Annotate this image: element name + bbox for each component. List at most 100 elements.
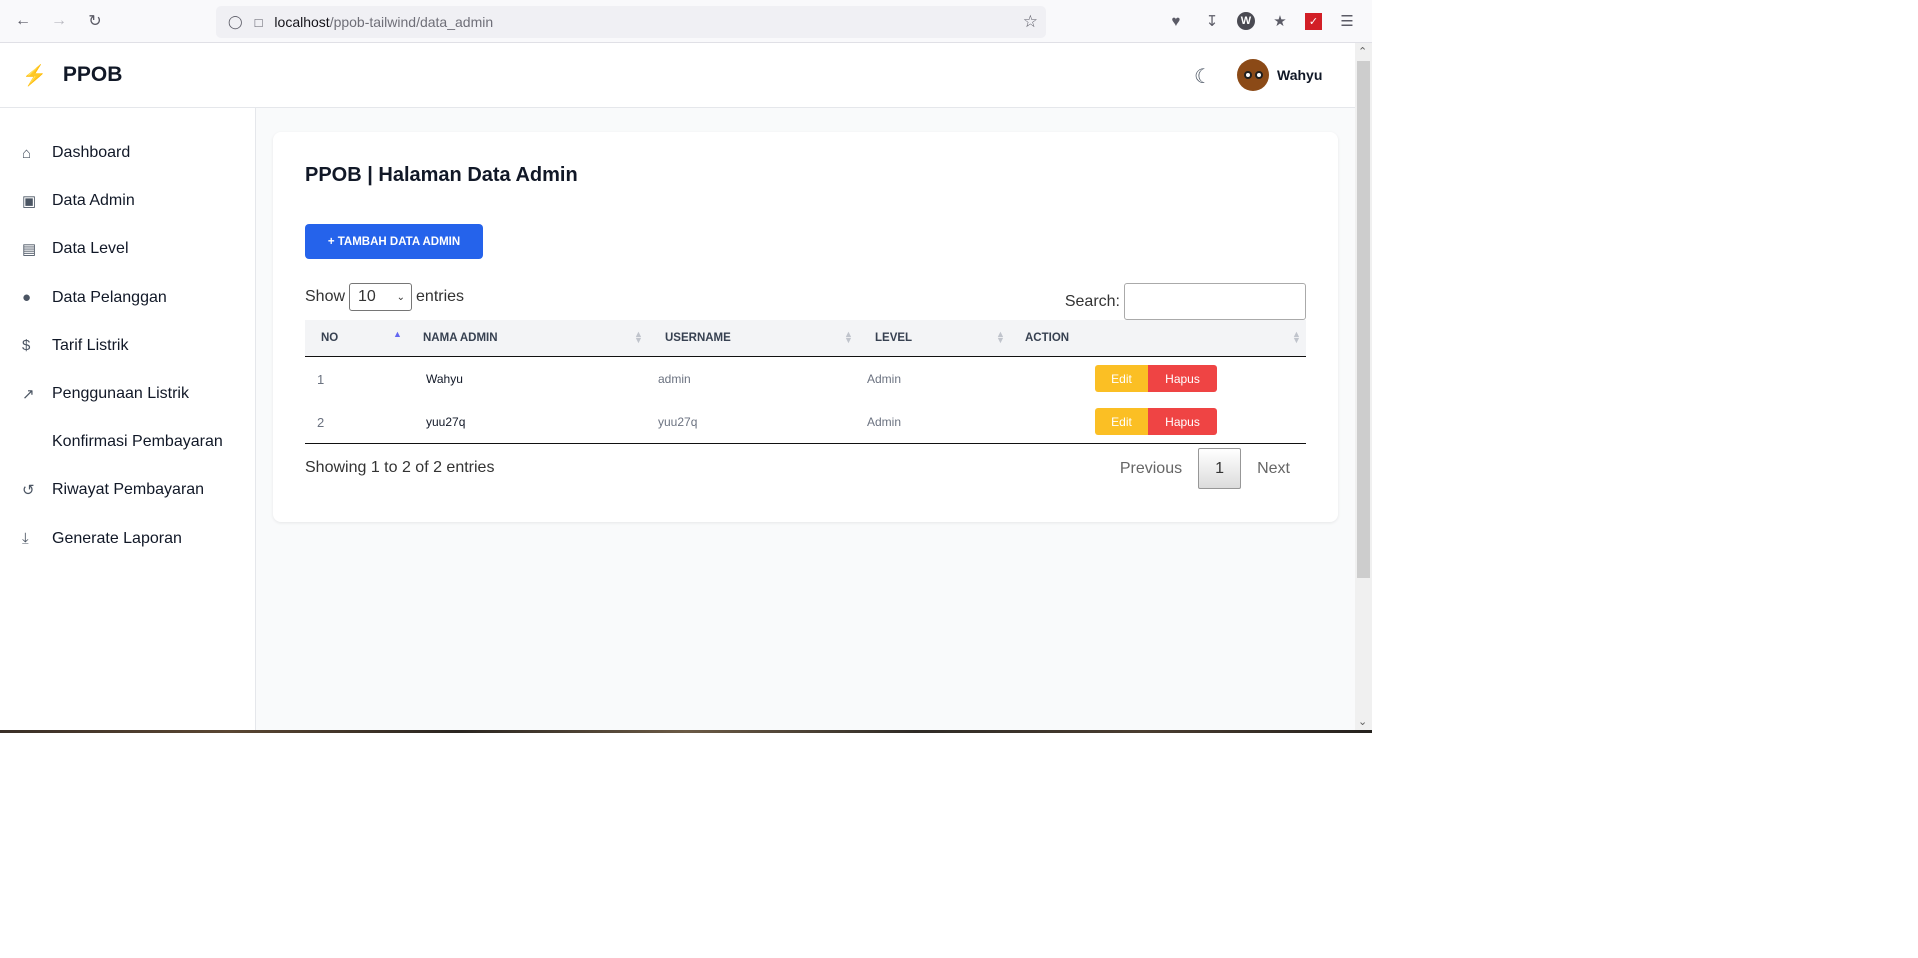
sidebar-item-label: Data Admin xyxy=(52,192,135,210)
search-control: Search: xyxy=(1065,283,1306,320)
chevron-down-icon: ⌄ xyxy=(396,291,406,303)
cell-no: 2 xyxy=(317,415,325,430)
scroll-up-icon[interactable]: ⌃ xyxy=(1358,45,1367,58)
table-row: 2 yuu27q yuu27q Admin Edit Hapus xyxy=(305,400,1306,443)
menu-icon[interactable]: ☰ xyxy=(1336,10,1358,32)
scroll-down-icon[interactable]: ⌄ xyxy=(1358,715,1367,728)
dollar-icon: $ xyxy=(22,337,31,355)
pdf-extension-icon[interactable]: ✓ xyxy=(1305,12,1322,30)
url-text[interactable]: localhost/ppob-tailwind/data_admin xyxy=(274,14,493,30)
page-title: PPOB | Halaman Data Admin xyxy=(305,164,578,186)
shield-icon[interactable]: ◯ xyxy=(228,14,243,30)
sidebar-item-label: Konfirmasi Pembayaran xyxy=(52,433,223,451)
sort-icon[interactable]: ▲ ▼ xyxy=(1292,330,1301,345)
sidebar-item-data-pelanggan[interactable]: ● Data Pelanggan xyxy=(0,274,255,322)
forward-icon[interactable]: → xyxy=(46,8,72,34)
sidebar-item-dashboard[interactable]: ⌂ Dashboard xyxy=(0,129,255,177)
extension-icon[interactable]: ★ xyxy=(1269,10,1291,32)
sort-icon[interactable]: ▲ ▼ xyxy=(844,330,853,345)
sidebar-item-label: Generate Laporan xyxy=(52,529,182,547)
browser-tools: ♥ ↧ W ★ ✓ ☰ xyxy=(1165,10,1358,32)
table-row: 1 Wahyu admin Admin Edit Hapus xyxy=(305,357,1306,400)
table-header: NO ▲ NAMA ADMIN ▲ ▼ USERNAME ▲ ▼ LEVEL ▲ ▼ … xyxy=(305,320,1306,357)
user-icon: ● xyxy=(22,289,32,307)
page-length-value: 10 xyxy=(358,288,376,305)
column-header-nama-admin[interactable]: NAMA ADMIN xyxy=(423,332,498,344)
cell-nama: yuu27q xyxy=(426,415,466,429)
bolt-icon: ⚡ xyxy=(22,64,47,87)
show-label: Show xyxy=(305,288,346,305)
sidebar-item-label: Dashboard xyxy=(52,144,131,162)
brand-title[interactable]: PPOB xyxy=(63,63,123,87)
app-viewport: ⚡ PPOB ☾ Wahyu ⌂ Dashboard ▣ Data Admin … xyxy=(0,43,1355,732)
browser-window: ← → ↻ ◯ □ localhost/ppob-tailwind/data_a… xyxy=(0,0,1372,733)
page-info-icon[interactable]: □ xyxy=(255,15,263,30)
search-input[interactable] xyxy=(1124,283,1306,320)
sidebar-item-riwayat-pembayaran[interactable]: ↺ Riwayat Pembayaran xyxy=(0,466,255,514)
avatar-eye xyxy=(1254,71,1263,79)
desktop-background-strip xyxy=(0,730,1372,733)
sidebar-item-label: Data Pelanggan xyxy=(52,288,167,306)
column-header-level[interactable]: LEVEL xyxy=(875,332,912,344)
app-header: ⚡ PPOB ☾ Wahyu xyxy=(0,43,1355,108)
cell-username: admin xyxy=(658,372,691,386)
sidebar-item-data-level[interactable]: ▤ Data Level xyxy=(0,225,255,273)
downloads-icon[interactable]: ↧ xyxy=(1201,10,1223,32)
sort-asc-icon[interactable]: ▲ xyxy=(393,330,402,339)
sidebar-item-label: Penggunaan Listrik xyxy=(52,385,189,403)
avatar-eye xyxy=(1243,71,1252,79)
sidebar-item-penggunaan-listrik[interactable]: ↗ Penggunaan Listrik xyxy=(0,370,255,418)
previous-page-button[interactable]: Previous xyxy=(1104,449,1198,489)
page-1-button[interactable]: 1 xyxy=(1198,448,1242,489)
table-info: Showing 1 to 2 of 2 entries xyxy=(305,459,495,476)
sidebar-item-tarif-listrik[interactable]: $ Tarif Listrik xyxy=(0,322,255,370)
home-icon: ⌂ xyxy=(22,144,32,162)
back-icon[interactable]: ← xyxy=(10,8,36,34)
sidebar-item-generate-laporan[interactable]: ⤓ Generate Laporan xyxy=(0,515,255,563)
history-icon: ↺ xyxy=(22,482,35,500)
sidebar-item-data-admin[interactable]: ▣ Data Admin xyxy=(0,177,255,225)
sidebar-item-label: Data Level xyxy=(52,240,129,258)
delete-button[interactable]: Hapus xyxy=(1148,408,1217,435)
sidebar-item-label: Riwayat Pembayaran xyxy=(52,481,205,499)
cell-level: Admin xyxy=(867,372,902,386)
delete-button[interactable]: Hapus xyxy=(1148,365,1217,392)
avatar[interactable] xyxy=(1237,59,1269,91)
next-page-button[interactable]: Next xyxy=(1241,449,1306,489)
sort-icon[interactable]: ▲ ▼ xyxy=(996,330,1005,345)
edit-button[interactable]: Edit xyxy=(1095,408,1148,435)
admin-table: NO ▲ NAMA ADMIN ▲ ▼ USERNAME ▲ ▼ LEVEL ▲ ▼ … xyxy=(305,320,1306,444)
browser-toolbar: ← → ↻ ◯ □ localhost/ppob-tailwind/data_a… xyxy=(0,0,1372,43)
scrollbar-thumb[interactable] xyxy=(1357,61,1370,578)
url-path: /ppob-tailwind/data_admin xyxy=(329,14,494,30)
page-length-control: Show 10 ⌄ entries xyxy=(305,283,464,311)
reload-icon[interactable]: ↻ xyxy=(82,8,108,34)
cell-nama: Wahyu xyxy=(426,372,463,386)
pocket-icon[interactable]: ♥ xyxy=(1165,10,1187,32)
sidebar-item-label: Tarif Listrik xyxy=(52,336,129,354)
edit-button[interactable]: Edit xyxy=(1095,365,1148,392)
add-admin-button[interactable]: + TAMBAH DATA ADMIN xyxy=(305,224,483,259)
vertical-scrollbar[interactable]: ⌃ ⌄ xyxy=(1355,43,1372,732)
bookmark-star-icon[interactable]: ☆ xyxy=(1023,12,1038,32)
contact-book-icon: ▣ xyxy=(22,193,37,211)
sidebar: ⌂ Dashboard ▣ Data Admin ▤ Data Level ● … xyxy=(0,108,256,732)
column-header-username[interactable]: USERNAME xyxy=(665,332,731,344)
column-header-action[interactable]: ACTION xyxy=(1025,332,1069,344)
id-card-icon: ▤ xyxy=(22,241,37,259)
dark-mode-toggle-icon[interactable]: ☾ xyxy=(1194,64,1212,89)
page-length-select[interactable]: 10 ⌄ xyxy=(349,283,413,311)
url-host: localhost xyxy=(274,14,330,30)
user-name[interactable]: Wahyu xyxy=(1277,67,1322,83)
cell-level: Admin xyxy=(867,415,902,429)
table-bottom-border xyxy=(305,443,1306,444)
address-bar[interactable]: ◯ □ localhost/ppob-tailwind/data_admin ☆ xyxy=(216,6,1046,38)
column-header-no[interactable]: NO xyxy=(321,332,338,344)
download-icon: ⤓ xyxy=(22,530,29,548)
sort-icon[interactable]: ▲ ▼ xyxy=(634,330,643,345)
wordpress-extension-icon[interactable]: W xyxy=(1237,12,1255,30)
chart-line-icon: ↗ xyxy=(22,386,35,404)
pagination: Previous 1 Next xyxy=(1104,448,1306,489)
sidebar-item-konfirmasi-pembayaran[interactable]: Konfirmasi Pembayaran xyxy=(0,418,255,466)
cell-username: yuu27q xyxy=(658,415,698,429)
